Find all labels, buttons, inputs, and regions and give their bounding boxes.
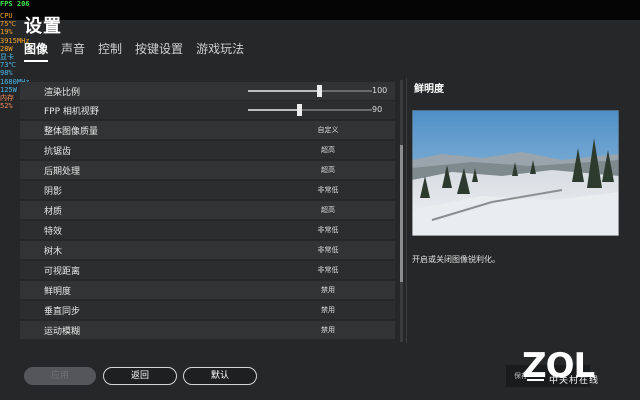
setting-row-fpp-fov[interactable]: FPP 相机视野 90 xyxy=(20,101,395,119)
gpu-power: 125W xyxy=(0,85,17,94)
scrollbar-thumb[interactable] xyxy=(400,145,403,282)
detail-description: 开启或关闭图像锐利化。 xyxy=(412,255,500,264)
setting-label: 可视距离 xyxy=(44,267,81,277)
setting-row-textures[interactable]: 材质 超高 xyxy=(20,201,395,219)
setting-label: 运动模糊 xyxy=(44,327,81,337)
setting-label: 渲染比例 xyxy=(44,88,81,98)
gpu-title: 显卡 xyxy=(0,53,14,62)
setting-row-sharpen[interactable]: 鲜明度 禁用 xyxy=(20,281,395,299)
mem-title: 内存 xyxy=(0,94,14,103)
back-button[interactable]: 返回 xyxy=(103,367,177,385)
detail-title: 鲜明度 xyxy=(414,84,444,95)
page-title: 设置 xyxy=(24,16,62,37)
setting-value[interactable]: 非常低 xyxy=(268,185,388,195)
tab-keybindings[interactable]: 按键设置 xyxy=(135,40,183,62)
setting-label: 垂直同步 xyxy=(44,307,81,317)
top-bar xyxy=(0,0,640,20)
setting-label: 鲜明度 xyxy=(44,287,72,297)
gpu-load: 98% xyxy=(0,69,13,78)
settings-tabs: 图像 声音 控制 按键设置 游戏玩法 xyxy=(24,40,244,62)
fpp-fov-slider[interactable] xyxy=(248,104,372,116)
setting-label: 阴影 xyxy=(44,187,63,197)
setting-label: 树木 xyxy=(44,247,63,257)
default-button[interactable]: 默认 xyxy=(183,367,257,385)
fps-counter: FPS 206 xyxy=(0,0,30,8)
cpu-title: CPU xyxy=(0,12,13,20)
setting-row-view-distance[interactable]: 可视距离 非常低 xyxy=(20,261,395,279)
watermark-rule xyxy=(527,379,544,381)
setting-row-foliage[interactable]: 树木 非常低 xyxy=(20,241,395,259)
setting-value[interactable]: 禁用 xyxy=(268,285,388,295)
setting-row-motion-blur[interactable]: 运动模糊 禁用 xyxy=(20,321,395,339)
slider-fill xyxy=(248,90,319,92)
tab-controls[interactable]: 控制 xyxy=(98,40,122,62)
setting-value[interactable]: 非常低 xyxy=(268,245,388,255)
setting-value[interactable]: 禁用 xyxy=(268,325,388,335)
setting-value[interactable]: 超高 xyxy=(268,205,388,215)
fpp-fov-value: 90 xyxy=(372,105,383,114)
cpu-temp: 75℃ xyxy=(0,20,17,29)
setting-value[interactable]: 自定义 xyxy=(268,125,388,135)
setting-row-shadows[interactable]: 阴影 非常低 xyxy=(20,181,395,199)
fps-label: FPS xyxy=(0,0,13,8)
tab-gameplay[interactable]: 游戏玩法 xyxy=(196,40,244,62)
cpu-load: 19% xyxy=(0,28,13,37)
setting-value[interactable]: 禁用 xyxy=(268,305,388,315)
zol-watermark-subtitle: 中关村在线 xyxy=(549,376,600,386)
setting-row-post-processing[interactable]: 后期处理 超高 xyxy=(20,161,395,179)
setting-row-anti-aliasing[interactable]: 抗锯齿 超高 xyxy=(20,141,395,159)
slider-handle[interactable] xyxy=(316,85,322,97)
setting-label: FPP 相机视野 xyxy=(44,107,99,117)
setting-label: 特效 xyxy=(44,227,63,237)
slider-fill xyxy=(248,109,299,111)
setting-label: 抗锯齿 xyxy=(44,147,72,157)
setting-label: 材质 xyxy=(44,207,63,217)
graphics-settings-list: 渲染比例 100 FPP 相机视野 90 整体图像质量 自定义 抗锯齿 超高 后… xyxy=(20,78,395,340)
setting-value[interactable]: 超高 xyxy=(268,165,388,175)
cpu-power: 28W xyxy=(0,44,13,53)
setting-row-vsync[interactable]: 垂直同步 禁用 xyxy=(20,301,395,319)
setting-label: 后期处理 xyxy=(44,167,81,177)
render-scale-slider[interactable] xyxy=(248,85,372,97)
panel-divider xyxy=(406,78,407,343)
fps-value: 206 xyxy=(16,0,30,8)
setting-value[interactable]: 非常低 xyxy=(268,225,388,235)
snowy-landscape-image xyxy=(412,110,619,236)
setting-row-effects[interactable]: 特效 非常低 xyxy=(20,221,395,239)
render-scale-value: 100 xyxy=(372,86,388,95)
setting-label: 整体图像质量 xyxy=(44,127,99,137)
setting-row-overall-quality[interactable]: 整体图像质量 自定义 xyxy=(20,121,395,139)
settings-scrollbar[interactable] xyxy=(400,80,403,342)
gpu-temp: 73℃ xyxy=(0,61,17,70)
mem-usage: 52% xyxy=(0,102,13,111)
tab-graphics[interactable]: 图像 xyxy=(24,40,49,62)
setting-value[interactable]: 非常低 xyxy=(268,265,388,275)
apply-button[interactable]: 应用 xyxy=(24,367,96,385)
preview-image xyxy=(412,110,619,236)
slider-handle[interactable] xyxy=(296,104,302,116)
setting-row-render-scale[interactable]: 渲染比例 100 xyxy=(20,82,395,100)
tab-audio[interactable]: 声音 xyxy=(61,40,85,62)
setting-value[interactable]: 超高 xyxy=(268,145,388,155)
